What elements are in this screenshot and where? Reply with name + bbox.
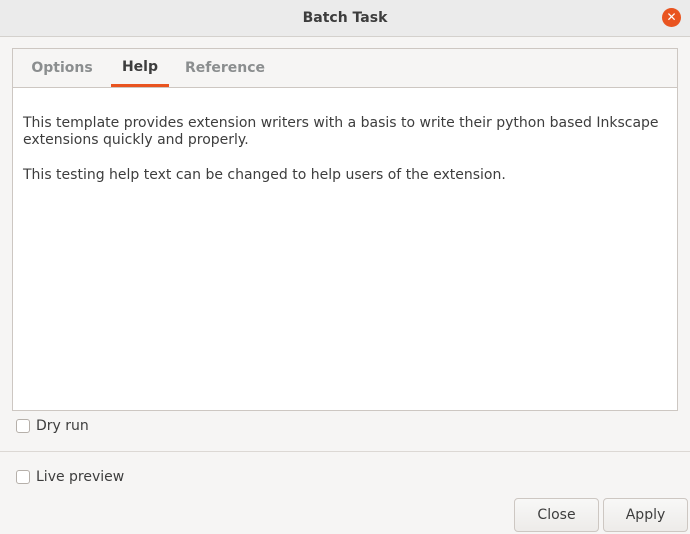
apply-button[interactable]: Apply	[603, 498, 688, 532]
tab-options[interactable]: Options	[23, 49, 101, 87]
live-preview-label: Live preview	[36, 469, 125, 485]
help-paragraph: This testing help text can be changed to…	[23, 167, 506, 183]
close-icon: ✕	[666, 10, 677, 24]
close-button[interactable]: Close	[514, 498, 599, 532]
window-title: Batch Task	[302, 10, 388, 26]
dry-run-row[interactable]: Dry run	[16, 417, 89, 435]
divider	[0, 451, 690, 452]
title-bar: Batch Task ✕	[0, 0, 690, 37]
tab-strip: Options Help Reference	[13, 49, 677, 88]
tab-help[interactable]: Help	[111, 49, 169, 87]
help-page: This template provides extension writers…	[23, 115, 663, 202]
dialog-window: Batch Task ✕ Options Help Reference This…	[0, 0, 690, 534]
live-preview-checkbox[interactable]	[16, 470, 30, 484]
help-paragraph: This template provides extension writers…	[23, 115, 659, 148]
live-preview-row[interactable]: Live preview	[16, 468, 124, 486]
notebook: Options Help Reference This template pro…	[12, 48, 678, 411]
dry-run-label: Dry run	[36, 418, 89, 434]
window-close-button[interactable]: ✕	[662, 8, 681, 27]
tab-reference[interactable]: Reference	[179, 49, 271, 87]
dry-run-checkbox[interactable]	[16, 419, 30, 433]
